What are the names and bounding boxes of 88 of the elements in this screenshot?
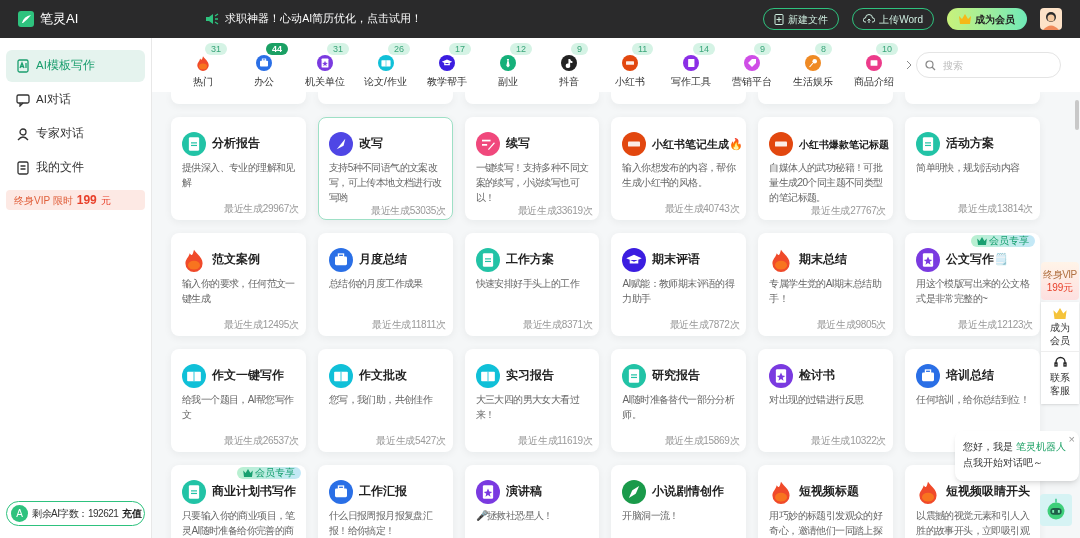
usage-count: 最近生成29967次	[224, 203, 299, 215]
card-description: AI赋能：教师期末评语的得力助手	[622, 277, 736, 306]
card-description: 用巧妙的标题引发观众的好奇心，邀请他们一同踏上探	[769, 509, 884, 538]
card-description: 给我一个题目，AI帮您写作文	[182, 393, 295, 422]
card-description: 自媒体人的武功秘籍！可批量生成20个同主题不同类型的笔记标题。	[769, 161, 884, 205]
usage-count: 最近生成7872次	[669, 319, 740, 331]
card-title: 期末总结	[799, 252, 848, 268]
card-description: 任何培训，给你总结到位！	[916, 393, 1030, 407]
brand-name: 笔灵AI	[40, 10, 79, 29]
card-title: 培训总结	[946, 368, 995, 384]
card-description: 对出现的过错进行反思	[769, 393, 865, 407]
count-badge: 14	[693, 43, 715, 55]
card-description: 什么日报周报月报复盘汇报！给你搞定！	[328, 509, 434, 538]
usage-count: 最近生成12123次	[958, 319, 1033, 331]
usage-count: 最近生成5427次	[376, 435, 446, 447]
card-description: 开脑洞一流！	[622, 509, 680, 523]
card-description: 快速安排好手头上的工作	[475, 277, 581, 291]
count-badge: 9	[571, 43, 588, 55]
card-title: 实习报告	[505, 367, 554, 384]
card-title: 短视频标题	[799, 484, 860, 500]
card-title: 商业计划书写作	[212, 483, 296, 500]
quota-text: 剩余AI字数：192621	[32, 507, 119, 521]
card-description: 一键续写！支持多种不同文案的续写，小说续写也可以！	[475, 161, 590, 205]
count-badge: 26	[388, 43, 410, 55]
count-badge: 8	[815, 43, 832, 55]
count-badge: 9	[754, 43, 771, 55]
usage-count: 最近生成40743次	[664, 203, 740, 215]
vip-float-label: 终身VIP	[1043, 268, 1077, 281]
usage-count: 最近生成15869次	[664, 435, 740, 447]
card-description: 用这个模版写出来的公文格式是非常完整的~	[916, 277, 1031, 306]
card-title: 分析报告	[212, 135, 260, 152]
card-title: 作文批改	[358, 368, 407, 384]
card-description: 输入你想发布的内容，帮你生成小红书的风格。	[622, 161, 737, 190]
card-title: 月度总结	[358, 251, 407, 268]
card-description: 提供深入、专业的理解和见解	[182, 161, 296, 190]
price-unit: 元	[100, 193, 111, 208]
card-title: 小红书爆款笔记标题	[799, 137, 890, 152]
usage-count: 最近生成12495次	[224, 319, 299, 331]
card-title: 范文案例	[212, 251, 260, 268]
card-description: 只要输入你的商业项目，笔灵AI随时准备给你完善的商	[182, 509, 296, 538]
vip-price: 199	[76, 192, 97, 209]
usage-count: 最近生成11619次	[518, 435, 593, 447]
card-title: 检讨书	[799, 368, 836, 384]
card-title: 小说剧情创作	[652, 484, 725, 500]
card-title: 改写	[358, 136, 383, 152]
usage-count: 最近生成53035次	[370, 205, 446, 217]
card-description: 支持5种不同语气的文案改写，可上传本地文档进行改写哟	[328, 161, 443, 205]
card-description: 以震撼的视觉元素和引人入胜的故事开头，立即吸引观	[916, 509, 1031, 538]
card-title: 续写	[505, 136, 530, 152]
usage-count: 最近生成27767次	[811, 205, 887, 217]
vip-float-price: 199元	[1046, 280, 1074, 294]
card-description: 输入你的要求，任何范文一键生成	[182, 277, 296, 306]
card-title: 工作方案	[505, 251, 554, 268]
usage-count: 最近生成26537次	[224, 435, 299, 447]
count-badge: 31	[205, 43, 227, 55]
user-avatar: A	[11, 505, 28, 522]
vip-label: 终身VIP 限时	[14, 193, 73, 208]
count-badge: 12	[510, 43, 532, 55]
usage-count: 最近生成13814次	[958, 203, 1033, 215]
card-description: 您写，我们助，共创佳作	[328, 393, 434, 407]
count-badge: 10	[876, 43, 898, 55]
greeting-text: 您好，我是	[963, 441, 1014, 452]
usage-count: 最近生成9805次	[816, 319, 887, 331]
card-title: 活动方案	[946, 135, 995, 152]
count-badge: 31	[327, 43, 349, 55]
card-title: 短视频吸睛开头	[946, 484, 1031, 500]
card-title: 公文写作🗒	[946, 252, 1009, 268]
member-badge: 会员专享	[236, 467, 301, 479]
count-badge: 44	[266, 43, 288, 55]
card-title: 工作汇报	[358, 484, 407, 500]
usage-count: 最近生成33619次	[517, 205, 593, 217]
card-description: 大三大四的男大女大看过来！	[475, 393, 581, 422]
count-badge: 11	[632, 43, 654, 55]
card-description: 🎤拯救社恐星人！	[475, 509, 554, 523]
usage-count: 最近生成10322次	[811, 435, 887, 447]
usage-count: 最近生成8371次	[522, 319, 593, 331]
member-badge: 会员专享	[971, 235, 1035, 247]
card-description: 专属学生党的AI期末总结助手！	[769, 277, 883, 306]
count-badge: 17	[449, 43, 471, 55]
card-title: 期末评语	[652, 252, 701, 268]
card-description: 简单明快，规划活动内容	[916, 161, 1021, 175]
usage-count: 最近生成11811次	[372, 319, 446, 331]
card-title: 小红书笔记生成🔥	[652, 136, 744, 152]
card-title: 研究报告	[652, 367, 701, 384]
card-description: AI随时准备替代一部分分析师。	[622, 393, 736, 422]
card-title: 演讲稿	[505, 483, 542, 500]
card-title: 作文一键写作	[212, 368, 284, 384]
card-description: 总结你的月度工作成果	[328, 277, 424, 291]
